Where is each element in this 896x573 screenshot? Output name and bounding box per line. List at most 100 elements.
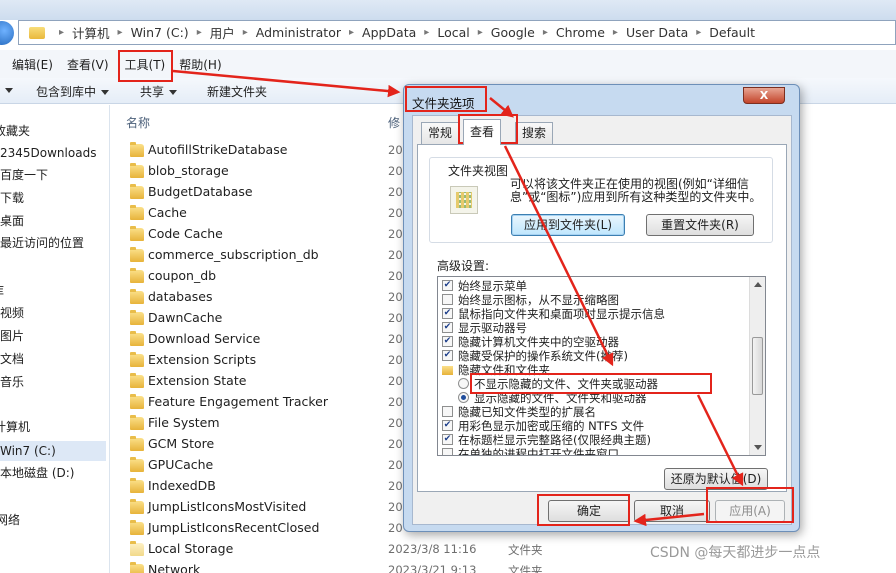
scroll-down-icon[interactable]	[754, 445, 762, 450]
share-button[interactable]: 共享	[140, 83, 178, 100]
breadcrumb-item[interactable]: Google	[491, 25, 535, 40]
checkbox[interactable]	[442, 280, 453, 291]
breadcrumb-item[interactable]: Default	[709, 25, 755, 40]
nav-item[interactable]: Win7 (C:)	[0, 441, 106, 461]
breadcrumb-separator-icon[interactable]: ▸	[243, 27, 248, 38]
setting-item[interactable]: 隐藏计算机文件夹中的空驱动器	[442, 335, 619, 349]
breadcrumb-item[interactable]: Local	[437, 25, 469, 40]
setting-item[interactable]: 隐藏受保护的操作系统文件(推荐)	[442, 349, 628, 363]
breadcrumb-item[interactable]: User Data	[626, 25, 688, 40]
column-header-name[interactable]: 名称	[126, 114, 150, 131]
nav-item[interactable]: 本地磁盘 (D:)	[0, 463, 74, 483]
highlight-apply-button	[706, 487, 794, 523]
nav-item[interactable]: 库	[0, 281, 4, 301]
folder-options-dialog: 文件夹选项 X 常规 查看 搜索 文件夹视图 可以将该文件夹正在使用的视图(例如…	[403, 84, 800, 532]
folder-icon	[130, 163, 144, 178]
breadcrumb-item[interactable]: 用户	[210, 23, 235, 42]
setting-item[interactable]: 在标题栏显示完整路径(仅限经典主题)	[442, 433, 651, 447]
nav-item[interactable]: 收藏夹	[0, 121, 30, 141]
advanced-settings-list[interactable]: 始终显示菜单始终显示图标，从不显示缩略图鼠标指向文件夹和桌面项时显示提示信息显示…	[437, 276, 766, 456]
nav-item[interactable]: 最近访问的位置	[0, 233, 84, 253]
column-header-date[interactable]: 修	[388, 114, 400, 131]
radio-button[interactable]	[458, 392, 469, 403]
breadcrumb-separator-icon[interactable]: ▸	[424, 27, 429, 38]
address-bar[interactable]: ▸ 计算机 ▸ Win7 (C:) ▸ 用户 ▸ Administrator ▸ AppData ▸…	[18, 20, 896, 45]
menu-view[interactable]: 查看(V)	[67, 56, 109, 73]
folder-icon	[29, 26, 45, 39]
folder-icon	[130, 541, 144, 556]
setting-item[interactable]: 鼠标指向文件夹和桌面项时显示提示信息	[442, 307, 665, 321]
nav-item[interactable]: 文档	[0, 349, 24, 369]
cancel-button[interactable]: 取消	[634, 500, 710, 522]
setting-item[interactable]: 在单独的进程中打开文件夹窗口	[442, 447, 619, 455]
nav-item[interactable]: 图片	[0, 326, 24, 346]
file-name: File System	[148, 415, 220, 430]
setting-item[interactable]: 始终显示菜单	[442, 279, 527, 293]
checkbox[interactable]	[442, 434, 453, 445]
breadcrumb-separator-icon[interactable]: ▸	[478, 27, 483, 38]
nav-item[interactable]: 桌面	[0, 211, 24, 231]
checkbox[interactable]	[442, 420, 453, 431]
folder-view-icon	[450, 186, 478, 214]
folder-icon	[130, 373, 144, 388]
share-label: 共享	[140, 85, 165, 99]
nav-item[interactable]: 2345Downloads	[0, 143, 96, 163]
nav-item[interactable]: 音乐	[0, 372, 24, 392]
checkbox[interactable]	[442, 308, 453, 319]
setting-item[interactable]: 隐藏已知文件类型的扩展名	[442, 405, 596, 419]
include-in-library-button[interactable]: 包含到库中	[36, 83, 110, 100]
file-date: 20	[388, 269, 403, 283]
radio-button[interactable]	[458, 378, 469, 389]
reset-folders-button[interactable]: 重置文件夹(R)	[646, 214, 754, 236]
scroll-up-icon[interactable]	[754, 282, 762, 287]
setting-item[interactable]: 显示驱动器号	[442, 321, 527, 335]
file-date: 20	[388, 479, 403, 493]
menu-edit[interactable]: 编辑(E)	[12, 56, 53, 73]
breadcrumb-separator-icon[interactable]: ▸	[349, 27, 354, 38]
menu-help[interactable]: 帮助(H)	[179, 56, 221, 73]
breadcrumb-item[interactable]: Win7 (C:)	[131, 25, 189, 40]
file-date: 20	[388, 416, 403, 430]
setting-item[interactable]: 始终显示图标，从不显示缩略图	[442, 293, 619, 307]
nav-item[interactable]: 视频	[0, 303, 24, 323]
new-folder-button[interactable]: 新建文件夹	[207, 83, 267, 100]
breadcrumb-separator-icon[interactable]: ▸	[613, 27, 618, 38]
checkbox[interactable]	[442, 448, 453, 455]
nav-item[interactable]: 计算机	[0, 417, 30, 437]
nav-item[interactable]: 网络	[0, 510, 20, 530]
checkbox[interactable]	[442, 406, 453, 417]
breadcrumb-separator-icon[interactable]: ▸	[543, 27, 548, 38]
file-date: 20	[388, 437, 403, 451]
scroll-thumb[interactable]	[752, 337, 763, 395]
breadcrumb-item[interactable]: Administrator	[256, 25, 341, 40]
breadcrumb-separator-icon[interactable]: ▸	[118, 27, 123, 38]
toolbar-arrow-icon[interactable]	[0, 83, 13, 97]
tab-general[interactable]: 常规	[421, 122, 460, 144]
checkbox[interactable]	[442, 336, 453, 347]
tab-view[interactable]: 查看	[463, 119, 502, 145]
breadcrumb-item[interactable]: AppData	[362, 25, 416, 40]
breadcrumb-item[interactable]: Chrome	[556, 25, 605, 40]
setting-item[interactable]: 用彩色显示加密或压缩的 NTFS 文件	[442, 419, 644, 433]
breadcrumb-separator-icon[interactable]: ▸	[696, 27, 701, 38]
file-date: 20	[388, 374, 403, 388]
file-row[interactable]: Network 2023/3/21 9:13 文件夹	[128, 561, 888, 573]
checkbox[interactable]	[442, 322, 453, 333]
checkbox[interactable]	[442, 294, 453, 305]
nav-item[interactable]: 下载	[0, 188, 24, 208]
folder-icon	[130, 520, 144, 535]
setting-label: 在标题栏显示完整路径(仅限经典主题)	[458, 433, 651, 447]
tab-search[interactable]: 搜索	[515, 122, 554, 144]
back-arrow-icon[interactable]	[0, 21, 14, 45]
breadcrumb-item[interactable]: 计算机	[72, 23, 110, 42]
file-name: GPUCache	[148, 457, 214, 472]
breadcrumb-separator-icon[interactable]: ▸	[197, 27, 202, 38]
checkbox[interactable]	[442, 350, 453, 361]
nav-item[interactable]: 百度一下	[0, 165, 48, 185]
file-name: BudgetDatabase	[148, 184, 253, 199]
file-date: 20	[388, 500, 403, 514]
breadcrumb-separator-icon[interactable]: ▸	[59, 27, 64, 38]
close-icon[interactable]: X	[743, 87, 785, 104]
apply-to-folders-button[interactable]: 应用到文件夹(L)	[511, 214, 625, 236]
settings-scrollbar[interactable]	[749, 277, 765, 455]
